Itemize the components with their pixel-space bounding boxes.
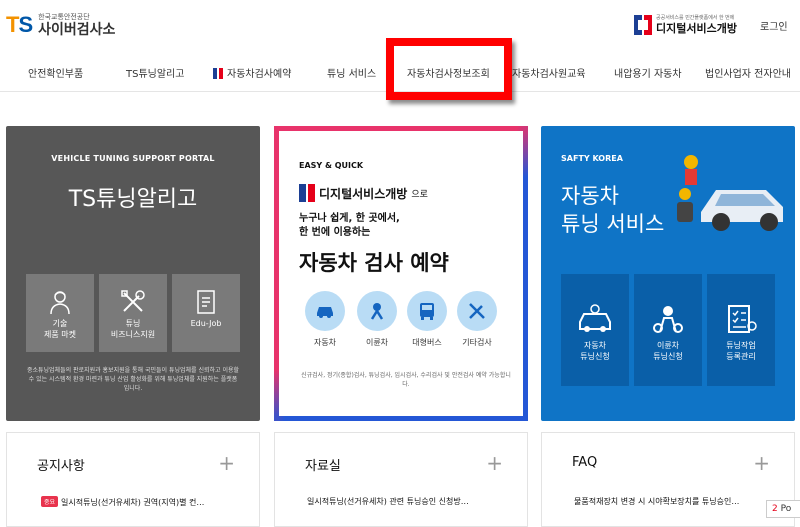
faq-panel: FAQ + 물품적재장치 변경 시 시야확보장치를 튜닝승인… <box>541 432 795 527</box>
popup-toggle[interactable]: 2 Po <box>766 500 800 518</box>
tile-car-tuning-apply[interactable]: 자동차튜닝신청 <box>561 274 629 386</box>
more-plus-icon[interactable]: + <box>218 453 235 473</box>
tile-label-line1: 이륜차 <box>656 341 680 350</box>
tile-tuning-work-register[interactable]: 튜닝작업등록관리 <box>707 274 775 386</box>
highlight-box <box>386 38 512 100</box>
inspection-reservation-card[interactable]: EASY & QUICK 디지털서비스개방 으로 누구나 쉽게, 한 곳에서, … <box>274 126 528 421</box>
digital-service-brand: 디지털서비스개방 으로 <box>299 184 428 202</box>
nav-item-inspection-reservation[interactable]: 자동차검사예약 <box>213 65 291 80</box>
tile-tech-market[interactable]: 기술제품 마켓 <box>26 274 94 352</box>
list-item[interactable]: 일시적튜닝(선거유세차) 관련 튜닝승인 신청방… <box>307 496 469 507</box>
tile-label-line2: 제품 마켓 <box>44 330 76 339</box>
motorcycle-rider-icon <box>653 306 683 333</box>
tile-label-line1: 튜닝 <box>125 319 141 328</box>
popup-label: Po <box>780 504 792 514</box>
tools-icon <box>121 290 145 312</box>
tile-edu-job[interactable]: Edu-Job <box>172 274 240 352</box>
document-icon <box>197 290 215 314</box>
notice-panel: 공지사항 + 중요 일시적튜닝(선거유세차) 권역(지역)별 컨… <box>6 432 260 527</box>
tile-label-line2: 등록관리 <box>726 352 756 361</box>
panel-title: FAQ <box>572 455 598 470</box>
important-badge: 중요 <box>41 496 59 507</box>
service-bus[interactable] <box>407 291 447 331</box>
card-eyebrow: SAFTY KOREA <box>561 154 623 163</box>
org-title: 사이버검사소 <box>38 21 116 38</box>
service-label: 대형버스 <box>412 338 442 347</box>
mechanic-icon <box>50 291 70 315</box>
tuning-portal-card[interactable]: VEHICLE TUNING SUPPORT PORTAL TS튜닝알리고 기술… <box>6 126 260 421</box>
org-subtitle: 한국교통안전공단 <box>38 12 90 21</box>
card-title-line1: 자동차 <box>561 184 619 208</box>
motorcycle-icon <box>370 303 384 320</box>
more-plus-icon[interactable]: + <box>486 453 503 473</box>
service-motorcycle[interactable] <box>357 291 397 331</box>
nav-item-corporate-notice[interactable]: 법인사업자 전자안내 <box>705 65 791 80</box>
tile-label-line1: 자동차 <box>583 341 607 350</box>
tile-label-line1: 기술 <box>52 319 68 328</box>
bus-icon <box>420 303 434 320</box>
nav-item-safety-parts[interactable]: 안전확인부품 <box>28 65 83 80</box>
popup-count: 2 <box>772 504 778 514</box>
service-car[interactable] <box>305 291 345 331</box>
card-title: TS튜닝알리고 <box>68 187 198 212</box>
service-label: 이륜차 <box>365 338 389 347</box>
car-tuning-icon <box>579 304 611 332</box>
panel-title: 자료실 <box>305 459 341 474</box>
nav-item-ts-tuning[interactable]: TS튜닝알리고 <box>126 65 184 80</box>
car-illustration-icon <box>677 155 783 231</box>
brand-name: 디지털서비스개방 <box>319 186 408 201</box>
card-tagline-2: 한 번에 이용하는 <box>299 227 371 238</box>
tile-label-line2: 튜닝신청 <box>653 352 683 361</box>
card-title: 자동차튜닝 서비스 <box>561 182 664 238</box>
card-description: 중소튜닝업체들의 판로지원과 홍보지원을 통해 국민들이 튜닝업체를 신뢰하고 … <box>26 367 240 392</box>
tile-label-line2: 비즈니스지원 <box>110 330 156 339</box>
service-label: 기타검사 <box>462 338 492 347</box>
list-item[interactable]: 중요 일시적튜닝(선거유세차) 권역(지역)별 컨… <box>41 496 204 508</box>
tile-label-line1: Edu-Job <box>190 319 222 328</box>
card-eyebrow: VEHICLE TUNING SUPPORT PORTAL <box>51 154 215 163</box>
tile-label-line1: 튜닝작업 <box>726 341 756 350</box>
nav-item-pressure-vessel[interactable]: 내압용기 자동차 <box>614 65 682 80</box>
digital-service-title: 디지털서비스개방 <box>656 22 737 35</box>
card-title: 자동차 검사 예약 <box>299 251 449 275</box>
tile-business-support[interactable]: 튜닝비즈니스지원 <box>99 274 167 352</box>
service-label: 자동차 <box>313 338 337 347</box>
panel-title: 공지사항 <box>37 459 85 474</box>
archive-panel: 자료실 + 일시적튜닝(선거유세차) 관련 튜닝승인 신청방… <box>274 432 528 527</box>
brand-suffix: 으로 <box>411 189 428 200</box>
card-eyebrow: EASY & QUICK <box>299 161 364 170</box>
tuning-service-card[interactable]: SAFTY KOREA 자동차튜닝 서비스 자동차튜닝신청 이륜차튜닝신청 <box>541 126 795 421</box>
card-title-line2: 튜닝 서비스 <box>561 212 665 236</box>
tile-motorcycle-tuning-apply[interactable]: 이륜차튜닝신청 <box>634 274 702 386</box>
tile-label-line2: 튜닝신청 <box>580 352 610 361</box>
more-plus-icon[interactable]: + <box>753 453 770 473</box>
checklist-icon <box>728 305 757 333</box>
nav-item-inspector-training[interactable]: 자동차검사원교육 <box>512 65 586 80</box>
digital-service-subtitle: 공공서비스를 민간플랫폼에서 한 번에 <box>656 15 735 21</box>
tools-icon <box>469 303 485 319</box>
list-item[interactable]: 물품적재장치 변경 시 시야확보장치를 튜닝승인… <box>574 496 739 507</box>
service-other[interactable] <box>457 291 497 331</box>
digital-service-logo[interactable]: 공공서비스를 민간플랫폼에서 한 번에 디지털서비스개방 <box>634 15 737 35</box>
nav-item-tuning-service[interactable]: 튜닝 서비스 <box>327 65 376 80</box>
login-link[interactable]: 로그인 <box>760 18 788 33</box>
card-description: 신규검사, 정기(종합)검사, 튜닝검사, 임시검사, 수리검사 및 안전검사 … <box>301 372 511 388</box>
car-icon <box>317 307 333 318</box>
digital-service-mini-icon <box>213 68 223 79</box>
ts-logo-mark: TS <box>6 12 33 37</box>
card-tagline-1: 누구나 쉽게, 한 곳에서, <box>299 213 400 224</box>
digital-service-mark-icon <box>299 184 315 202</box>
digital-service-mark-icon <box>634 15 652 35</box>
site-logo[interactable]: TS 한국교통안전공단 사이버검사소 <box>6 12 115 38</box>
